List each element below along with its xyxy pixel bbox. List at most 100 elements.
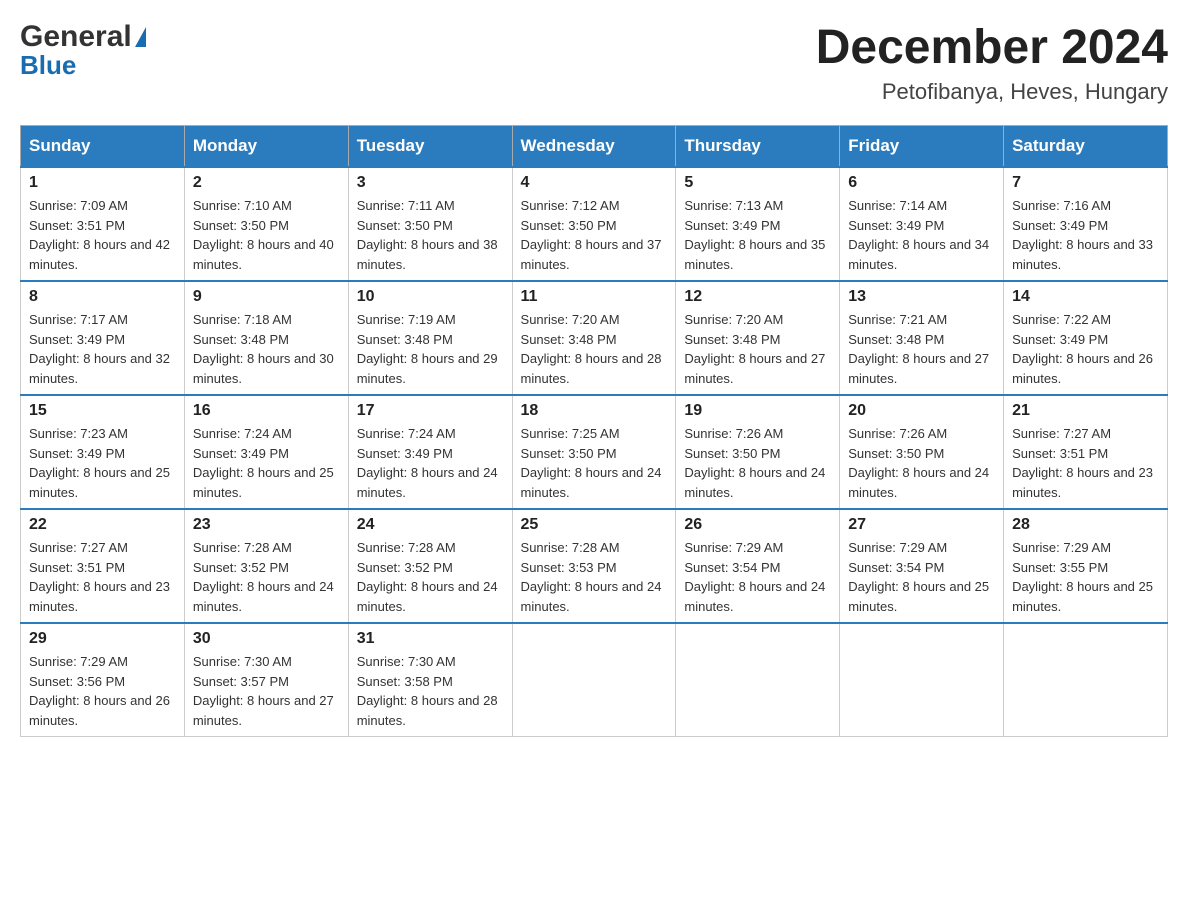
day-number: 25 [521,516,668,534]
day-number: 14 [1012,288,1159,306]
column-header-monday: Monday [184,126,348,168]
day-number: 7 [1012,174,1159,192]
day-info: Sunrise: 7:27 AMSunset: 3:51 PMDaylight:… [29,538,176,616]
day-info: Sunrise: 7:11 AMSunset: 3:50 PMDaylight:… [357,196,504,274]
day-number: 29 [29,630,176,648]
calendar-cell: 9 Sunrise: 7:18 AMSunset: 3:48 PMDayligh… [184,281,348,395]
day-info: Sunrise: 7:26 AMSunset: 3:50 PMDaylight:… [684,424,831,502]
day-info: Sunrise: 7:27 AMSunset: 3:51 PMDaylight:… [1012,424,1159,502]
day-info: Sunrise: 7:18 AMSunset: 3:48 PMDaylight:… [193,310,340,388]
day-info: Sunrise: 7:21 AMSunset: 3:48 PMDaylight:… [848,310,995,388]
day-info: Sunrise: 7:28 AMSunset: 3:52 PMDaylight:… [357,538,504,616]
calendar-cell: 14 Sunrise: 7:22 AMSunset: 3:49 PMDaylig… [1004,281,1168,395]
calendar-cell: 11 Sunrise: 7:20 AMSunset: 3:48 PMDaylig… [512,281,676,395]
calendar-cell: 15 Sunrise: 7:23 AMSunset: 3:49 PMDaylig… [21,395,185,509]
calendar-cell: 2 Sunrise: 7:10 AMSunset: 3:50 PMDayligh… [184,167,348,281]
day-info: Sunrise: 7:17 AMSunset: 3:49 PMDaylight:… [29,310,176,388]
column-header-tuesday: Tuesday [348,126,512,168]
day-info: Sunrise: 7:29 AMSunset: 3:55 PMDaylight:… [1012,538,1159,616]
week-row-2: 8 Sunrise: 7:17 AMSunset: 3:49 PMDayligh… [21,281,1168,395]
column-header-sunday: Sunday [21,126,185,168]
calendar-cell [512,623,676,737]
day-info: Sunrise: 7:28 AMSunset: 3:53 PMDaylight:… [521,538,668,616]
calendar-cell: 23 Sunrise: 7:28 AMSunset: 3:52 PMDaylig… [184,509,348,623]
calendar-cell: 16 Sunrise: 7:24 AMSunset: 3:49 PMDaylig… [184,395,348,509]
day-info: Sunrise: 7:29 AMSunset: 3:56 PMDaylight:… [29,652,176,730]
day-number: 3 [357,174,504,192]
day-number: 4 [521,174,668,192]
calendar-cell: 8 Sunrise: 7:17 AMSunset: 3:49 PMDayligh… [21,281,185,395]
day-number: 15 [29,402,176,420]
day-number: 30 [193,630,340,648]
day-number: 19 [684,402,831,420]
calendar-cell [840,623,1004,737]
day-number: 31 [357,630,504,648]
day-info: Sunrise: 7:23 AMSunset: 3:49 PMDaylight:… [29,424,176,502]
day-number: 27 [848,516,995,534]
calendar-header-row: SundayMondayTuesdayWednesdayThursdayFrid… [21,126,1168,168]
day-info: Sunrise: 7:14 AMSunset: 3:49 PMDaylight:… [848,196,995,274]
title-block: December 2024 Petofibanya, Heves, Hungar… [816,20,1168,105]
day-info: Sunrise: 7:29 AMSunset: 3:54 PMDaylight:… [848,538,995,616]
column-header-thursday: Thursday [676,126,840,168]
day-info: Sunrise: 7:10 AMSunset: 3:50 PMDaylight:… [193,196,340,274]
week-row-3: 15 Sunrise: 7:23 AMSunset: 3:49 PMDaylig… [21,395,1168,509]
calendar-cell: 3 Sunrise: 7:11 AMSunset: 3:50 PMDayligh… [348,167,512,281]
calendar-cell: 10 Sunrise: 7:19 AMSunset: 3:48 PMDaylig… [348,281,512,395]
day-info: Sunrise: 7:24 AMSunset: 3:49 PMDaylight:… [357,424,504,502]
day-info: Sunrise: 7:09 AMSunset: 3:51 PMDaylight:… [29,196,176,274]
day-number: 13 [848,288,995,306]
day-number: 11 [521,288,668,306]
calendar-cell: 29 Sunrise: 7:29 AMSunset: 3:56 PMDaylig… [21,623,185,737]
week-row-5: 29 Sunrise: 7:29 AMSunset: 3:56 PMDaylig… [21,623,1168,737]
column-header-wednesday: Wednesday [512,126,676,168]
day-number: 17 [357,402,504,420]
calendar-cell: 12 Sunrise: 7:20 AMSunset: 3:48 PMDaylig… [676,281,840,395]
calendar-cell: 30 Sunrise: 7:30 AMSunset: 3:57 PMDaylig… [184,623,348,737]
calendar-cell: 25 Sunrise: 7:28 AMSunset: 3:53 PMDaylig… [512,509,676,623]
calendar-cell: 4 Sunrise: 7:12 AMSunset: 3:50 PMDayligh… [512,167,676,281]
day-number: 8 [29,288,176,306]
day-number: 1 [29,174,176,192]
calendar-cell [1004,623,1168,737]
logo: General Blue [20,20,146,81]
calendar-cell: 31 Sunrise: 7:30 AMSunset: 3:58 PMDaylig… [348,623,512,737]
day-number: 26 [684,516,831,534]
day-info: Sunrise: 7:12 AMSunset: 3:50 PMDaylight:… [521,196,668,274]
calendar-cell: 24 Sunrise: 7:28 AMSunset: 3:52 PMDaylig… [348,509,512,623]
calendar-cell: 13 Sunrise: 7:21 AMSunset: 3:48 PMDaylig… [840,281,1004,395]
main-title: December 2024 [816,20,1168,75]
column-header-saturday: Saturday [1004,126,1168,168]
calendar-cell: 27 Sunrise: 7:29 AMSunset: 3:54 PMDaylig… [840,509,1004,623]
day-info: Sunrise: 7:20 AMSunset: 3:48 PMDaylight:… [684,310,831,388]
day-number: 28 [1012,516,1159,534]
week-row-4: 22 Sunrise: 7:27 AMSunset: 3:51 PMDaylig… [21,509,1168,623]
page-header: General Blue December 2024 Petofibanya, … [20,20,1168,105]
calendar-cell: 6 Sunrise: 7:14 AMSunset: 3:49 PMDayligh… [840,167,1004,281]
logo-triangle-icon [135,27,146,47]
day-info: Sunrise: 7:24 AMSunset: 3:49 PMDaylight:… [193,424,340,502]
calendar-cell: 19 Sunrise: 7:26 AMSunset: 3:50 PMDaylig… [676,395,840,509]
day-info: Sunrise: 7:19 AMSunset: 3:48 PMDaylight:… [357,310,504,388]
day-number: 10 [357,288,504,306]
logo-blue: Blue [20,50,76,81]
day-info: Sunrise: 7:29 AMSunset: 3:54 PMDaylight:… [684,538,831,616]
day-number: 6 [848,174,995,192]
subtitle: Petofibanya, Heves, Hungary [816,79,1168,105]
day-info: Sunrise: 7:13 AMSunset: 3:49 PMDaylight:… [684,196,831,274]
column-header-friday: Friday [840,126,1004,168]
day-number: 2 [193,174,340,192]
calendar-cell: 1 Sunrise: 7:09 AMSunset: 3:51 PMDayligh… [21,167,185,281]
logo-general: General [20,20,132,54]
day-number: 22 [29,516,176,534]
calendar-cell: 21 Sunrise: 7:27 AMSunset: 3:51 PMDaylig… [1004,395,1168,509]
day-number: 23 [193,516,340,534]
day-info: Sunrise: 7:30 AMSunset: 3:57 PMDaylight:… [193,652,340,730]
calendar-cell: 18 Sunrise: 7:25 AMSunset: 3:50 PMDaylig… [512,395,676,509]
week-row-1: 1 Sunrise: 7:09 AMSunset: 3:51 PMDayligh… [21,167,1168,281]
day-info: Sunrise: 7:26 AMSunset: 3:50 PMDaylight:… [848,424,995,502]
calendar-cell: 28 Sunrise: 7:29 AMSunset: 3:55 PMDaylig… [1004,509,1168,623]
day-number: 20 [848,402,995,420]
day-info: Sunrise: 7:28 AMSunset: 3:52 PMDaylight:… [193,538,340,616]
calendar-cell: 20 Sunrise: 7:26 AMSunset: 3:50 PMDaylig… [840,395,1004,509]
